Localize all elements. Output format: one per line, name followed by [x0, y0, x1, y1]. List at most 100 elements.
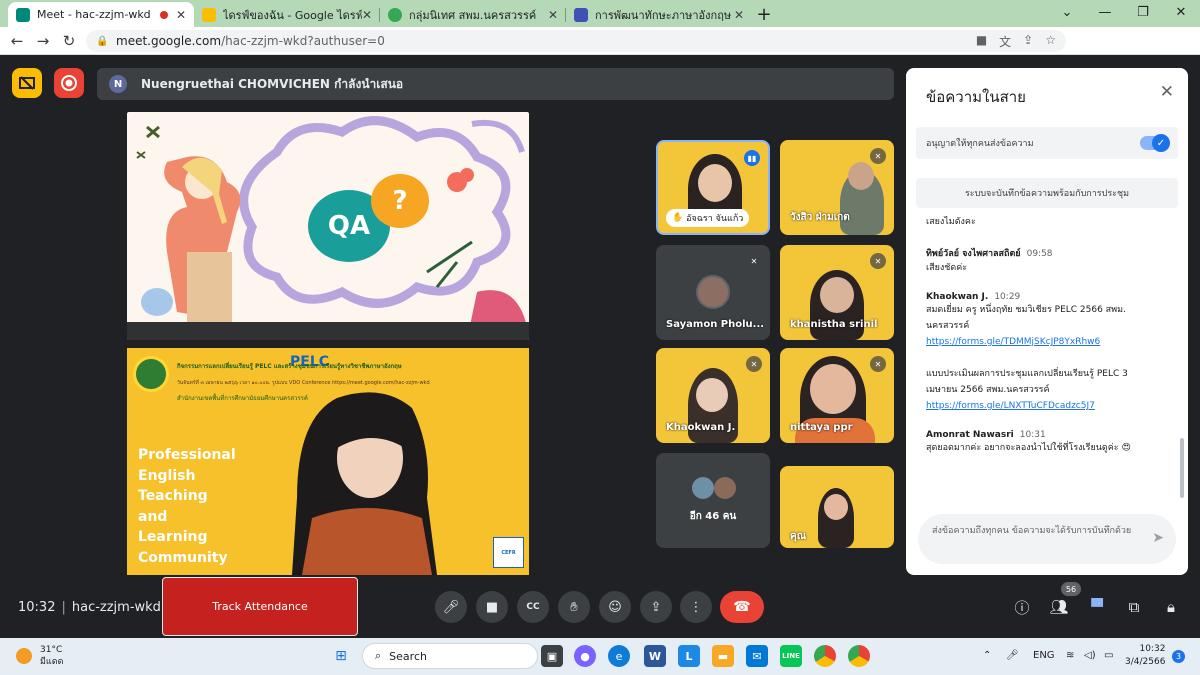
bookmark-star-icon[interactable]: ☆ [1045, 33, 1056, 50]
sender-name: ทิพย์วัลย์ จงไพศาลสถิตย์ [926, 249, 1021, 259]
weather-widget[interactable]: 31°C มีแดด [16, 644, 63, 668]
participant-tile[interactable]: ▮▮ ✋ อัจฉรา จันแก้ว [656, 140, 770, 235]
cefr-badge: CEFR [493, 537, 524, 568]
chrome-profile-icon[interactable] [848, 645, 870, 667]
participant-tile[interactable]: ✕ วังสิว ฝ่ามเกต [780, 140, 894, 235]
end-call-button[interactable]: ☎ [720, 591, 764, 623]
restore-button[interactable]: ❐ [1124, 0, 1162, 25]
tab-search-icon[interactable]: ⌄ [1048, 0, 1086, 25]
more-options-icon[interactable]: ⋮ [680, 591, 712, 623]
self-view-tile[interactable]: คุณ [780, 466, 894, 548]
chat-message: Amonrat Nawasri 10:31 สุดยอดมากค่ะ อยากจะ… [926, 430, 1131, 453]
chat-input-placeholder: ส่งข้อความถึงทุกคน ข้อความจะได้รับการบัน… [932, 526, 1132, 536]
camera-icon[interactable]: ■ [476, 591, 508, 623]
lock-icon: 🔒 [96, 35, 109, 47]
language-indicator[interactable]: ENG [1033, 650, 1055, 661]
speaking-icon: ▮▮ [744, 150, 760, 166]
participant-tile[interactable]: ✕ Khaokwan J. [656, 348, 770, 443]
message-time: 10:31 [1019, 430, 1046, 440]
camera-icon[interactable]: ■ [976, 33, 987, 50]
share-icon[interactable]: ⇪ [1023, 33, 1033, 50]
message-link[interactable]: https://forms.gle/LNXTTuCFDcadzc5J7 [926, 398, 1166, 414]
close-icon[interactable]: ✕ [176, 8, 186, 22]
participant-tile[interactable]: ✕ khanistha srinil [780, 245, 894, 340]
wifi-icon[interactable]: ≋ [1066, 650, 1074, 661]
sender-name: Amonrat Nawasri [926, 430, 1014, 440]
close-icon[interactable]: ✕ [362, 8, 372, 22]
host-controls-icon[interactable]: 🔒︎ [1160, 596, 1182, 618]
minimize-button[interactable]: — [1086, 0, 1124, 25]
mic-off-icon: ✕ [870, 148, 886, 164]
avatar [714, 477, 736, 499]
line-icon[interactable]: LINE [780, 645, 802, 667]
activities-icon[interactable]: ⧉ [1123, 596, 1145, 618]
notification-badge[interactable]: 3 [1172, 650, 1185, 663]
close-icon[interactable]: ✕ [734, 8, 744, 22]
translate-icon[interactable]: 文 [999, 33, 1011, 50]
taskbar [0, 638, 1200, 675]
url-host: meet.google.com [116, 34, 222, 48]
tab-meet[interactable]: Meet - hac-zzjm-wkd ✕ [8, 2, 194, 27]
send-icon[interactable]: ➤ [1152, 530, 1164, 547]
folder-icon[interactable]: ▬ [712, 645, 734, 667]
tray-chevron-icon[interactable]: ⌃ [983, 650, 991, 661]
windows-start-icon[interactable]: ⊞ [330, 645, 352, 667]
close-icon[interactable]: ✕ [1160, 82, 1174, 102]
window-close-button[interactable]: ✕ [1162, 0, 1200, 25]
mic-off-icon: ✕ [870, 356, 886, 372]
back-button[interactable]: ← [4, 32, 30, 50]
word-icon[interactable]: W [644, 645, 666, 667]
avatar [696, 275, 730, 309]
emoji-icon[interactable]: ☺ [599, 591, 631, 623]
taskbar-clock[interactable]: 10:32 3/4/2566 [1125, 643, 1165, 669]
teams-icon[interactable]: ● [574, 645, 596, 667]
chat-icon[interactable]: ▀ [1086, 596, 1108, 618]
taskbar-search[interactable]: ⌕ Search [362, 643, 538, 669]
recording-icon[interactable] [54, 68, 84, 98]
question-bubble: ? [371, 174, 429, 228]
allow-messages-toggle[interactable]: ✓ [1140, 134, 1170, 152]
sender-name: Khaokwan J. [926, 292, 989, 302]
tab-title: กลุ่มนิเทศ สพม.นครสวรรค์ [409, 8, 537, 22]
reload-button[interactable]: ↻ [56, 32, 82, 50]
chat-message: ทิพย์วัลย์ จงไพศาลสถิตย์ 09:58 เสียงชัดค่… [926, 249, 1053, 273]
task-view-icon[interactable]: ▣ [541, 645, 563, 667]
battery-icon[interactable]: ▭ [1104, 650, 1113, 661]
people-icon[interactable]: 👥︎ [1048, 596, 1070, 618]
forward-button[interactable]: → [30, 32, 56, 50]
browser-tab-strip: Meet - hac-zzjm-wkd ✕ ไดรฟ์ของฉัน - Goog… [0, 0, 1200, 27]
drive-favicon-icon [202, 7, 216, 22]
participant-tile[interactable]: ✕ Sayamon Pholu... [656, 245, 770, 340]
chrome-icon[interactable] [814, 645, 836, 667]
info-icon[interactable]: ⓘ [1011, 596, 1033, 618]
tab-english[interactable]: การพัฒนาทักษะภาษาอังกฤษ English ✕ [566, 2, 752, 27]
message-link[interactable]: https://forms.gle/TDMMjSKcJP8YxRhw6 [926, 334, 1166, 350]
tab-drive[interactable]: ไดรฟ์ของฉัน - Google ไดรฟ์ ✕ [194, 2, 380, 27]
raise-hand-icon[interactable]: ✋︎ [558, 591, 590, 623]
new-tab-button[interactable]: + [752, 2, 776, 27]
mail-icon[interactable]: ✉ [746, 645, 768, 667]
close-icon[interactable]: ✕ [548, 8, 558, 22]
volume-icon[interactable]: ◁) [1084, 650, 1096, 661]
tray-mic-icon[interactable]: 🎤︎ [1006, 650, 1019, 661]
presentation-icon[interactable] [12, 68, 42, 98]
participant-name: nittaya ppr [790, 422, 853, 433]
participant-tile[interactable]: ✕ nittaya ppr [780, 348, 894, 443]
mic-icon[interactable]: 🎤︎ [435, 591, 467, 623]
captions-icon[interactable]: CC [517, 591, 549, 623]
chat-panel: ข้อความในสาย ✕ อนุญาตให้ทุกคนส่งข้อความ … [906, 68, 1188, 575]
chat-input[interactable]: ส่งข้อความถึงทุกคน ข้อความจะได้รับการบัน… [918, 514, 1176, 564]
chat-scrollbar[interactable] [1180, 438, 1184, 498]
meet-stage: N Nuengruethai CHOMVICHEN กำลังนำเสนอ QA… [0, 56, 1200, 638]
tab-title: Meet - hac-zzjm-wkd [37, 8, 151, 21]
track-attendance-button[interactable]: Track Attendance [162, 577, 358, 636]
address-bar-row: ← → ↻ 🔒 meet.google.com/hac-zzjm-wkd?aut… [0, 27, 1200, 75]
url-input[interactable]: 🔒 meet.google.com/hac-zzjm-wkd?authuser=… [86, 30, 1066, 52]
l-app-icon[interactable]: L [678, 645, 700, 667]
more-participants-tile[interactable]: อีก 46 คน [656, 453, 770, 548]
edge-icon[interactable]: e [608, 645, 630, 667]
presenter-banner: N Nuengruethai CHOMVICHEN กำลังนำเสนอ [97, 68, 894, 100]
present-screen-icon[interactable]: ⇪ [640, 591, 672, 623]
tab-supervision[interactable]: กลุ่มนิเทศ สพม.นครสวรรค์ ✕ [380, 2, 566, 27]
tab-title: ไดรฟ์ของฉัน - Google ไดรฟ์ [223, 8, 362, 22]
